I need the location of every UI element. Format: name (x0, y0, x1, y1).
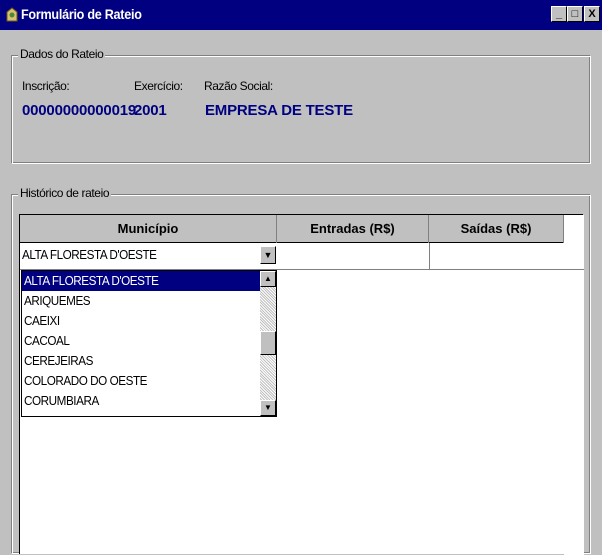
municipio-combo-value[interactable]: ALTA FLORESTA D'OESTE (22, 247, 157, 262)
column-header-entradas[interactable]: Entradas (R$) (277, 215, 429, 243)
dados-rateio-legend: Dados do Rateio (18, 47, 106, 61)
combo-dropdown-button[interactable]: ▼ (260, 246, 276, 264)
list-item[interactable]: CACOAL (22, 331, 260, 351)
title-bar[interactable]: Formulário de Rateio _ □ X (0, 0, 602, 30)
historico-rateio-legend: Histórico de rateio (18, 186, 112, 200)
list-item[interactable]: CAEIXI (22, 311, 260, 331)
list-item[interactable]: CORUMBIARA (22, 391, 260, 411)
column-divider (429, 243, 430, 270)
razao-social-label: Razão Social: (204, 79, 273, 93)
dropdown-scrollbar[interactable]: ▲ ▼ (260, 271, 276, 416)
list-item[interactable]: ARIQUEMES (22, 291, 260, 311)
rateio-grid[interactable]: Município Entradas (R$) Saídas (R$) ALTA… (19, 214, 584, 555)
column-header-municipio[interactable]: Município (20, 215, 277, 243)
column-header-saidas[interactable]: Saídas (R$) (429, 215, 564, 243)
app-icon (6, 7, 18, 22)
rateio-window: Formulário de Rateio _ □ X Dados do Rate… (0, 0, 602, 555)
razao-social-value: EMPRESA DE TESTE (205, 102, 353, 119)
municipio-combobox[interactable]: ALTA FLORESTA D'OESTE ▼ (20, 243, 277, 269)
inscricao-label: Inscrição: (22, 79, 70, 93)
exercicio-label: Exercício: (134, 79, 183, 93)
scroll-up-button[interactable]: ▲ (260, 271, 276, 287)
exercicio-value: 2001 (134, 102, 167, 119)
inscricao-value: 00000000000019 (22, 102, 136, 119)
list-item[interactable]: ALTA FLORESTA D'OESTE (22, 271, 260, 291)
close-button[interactable]: X (584, 6, 600, 22)
scroll-down-button[interactable]: ▼ (260, 400, 276, 416)
list-item[interactable]: COLORADO DO OESTE (22, 371, 260, 391)
grid-header: Município Entradas (R$) Saídas (R$) (20, 215, 564, 243)
dropdown-items: ALTA FLORESTA D'OESTE ARIQUEMES CAEIXI C… (22, 271, 260, 416)
list-item[interactable]: CEREJEIRAS (22, 351, 260, 371)
window-title: Formulário de Rateio (21, 6, 142, 22)
minimize-button[interactable]: _ (551, 6, 567, 22)
municipio-dropdown-list[interactable]: ALTA FLORESTA D'OESTE ARIQUEMES CAEIXI C… (21, 270, 277, 417)
scroll-thumb[interactable] (260, 331, 276, 355)
maximize-button[interactable]: □ (567, 6, 583, 22)
